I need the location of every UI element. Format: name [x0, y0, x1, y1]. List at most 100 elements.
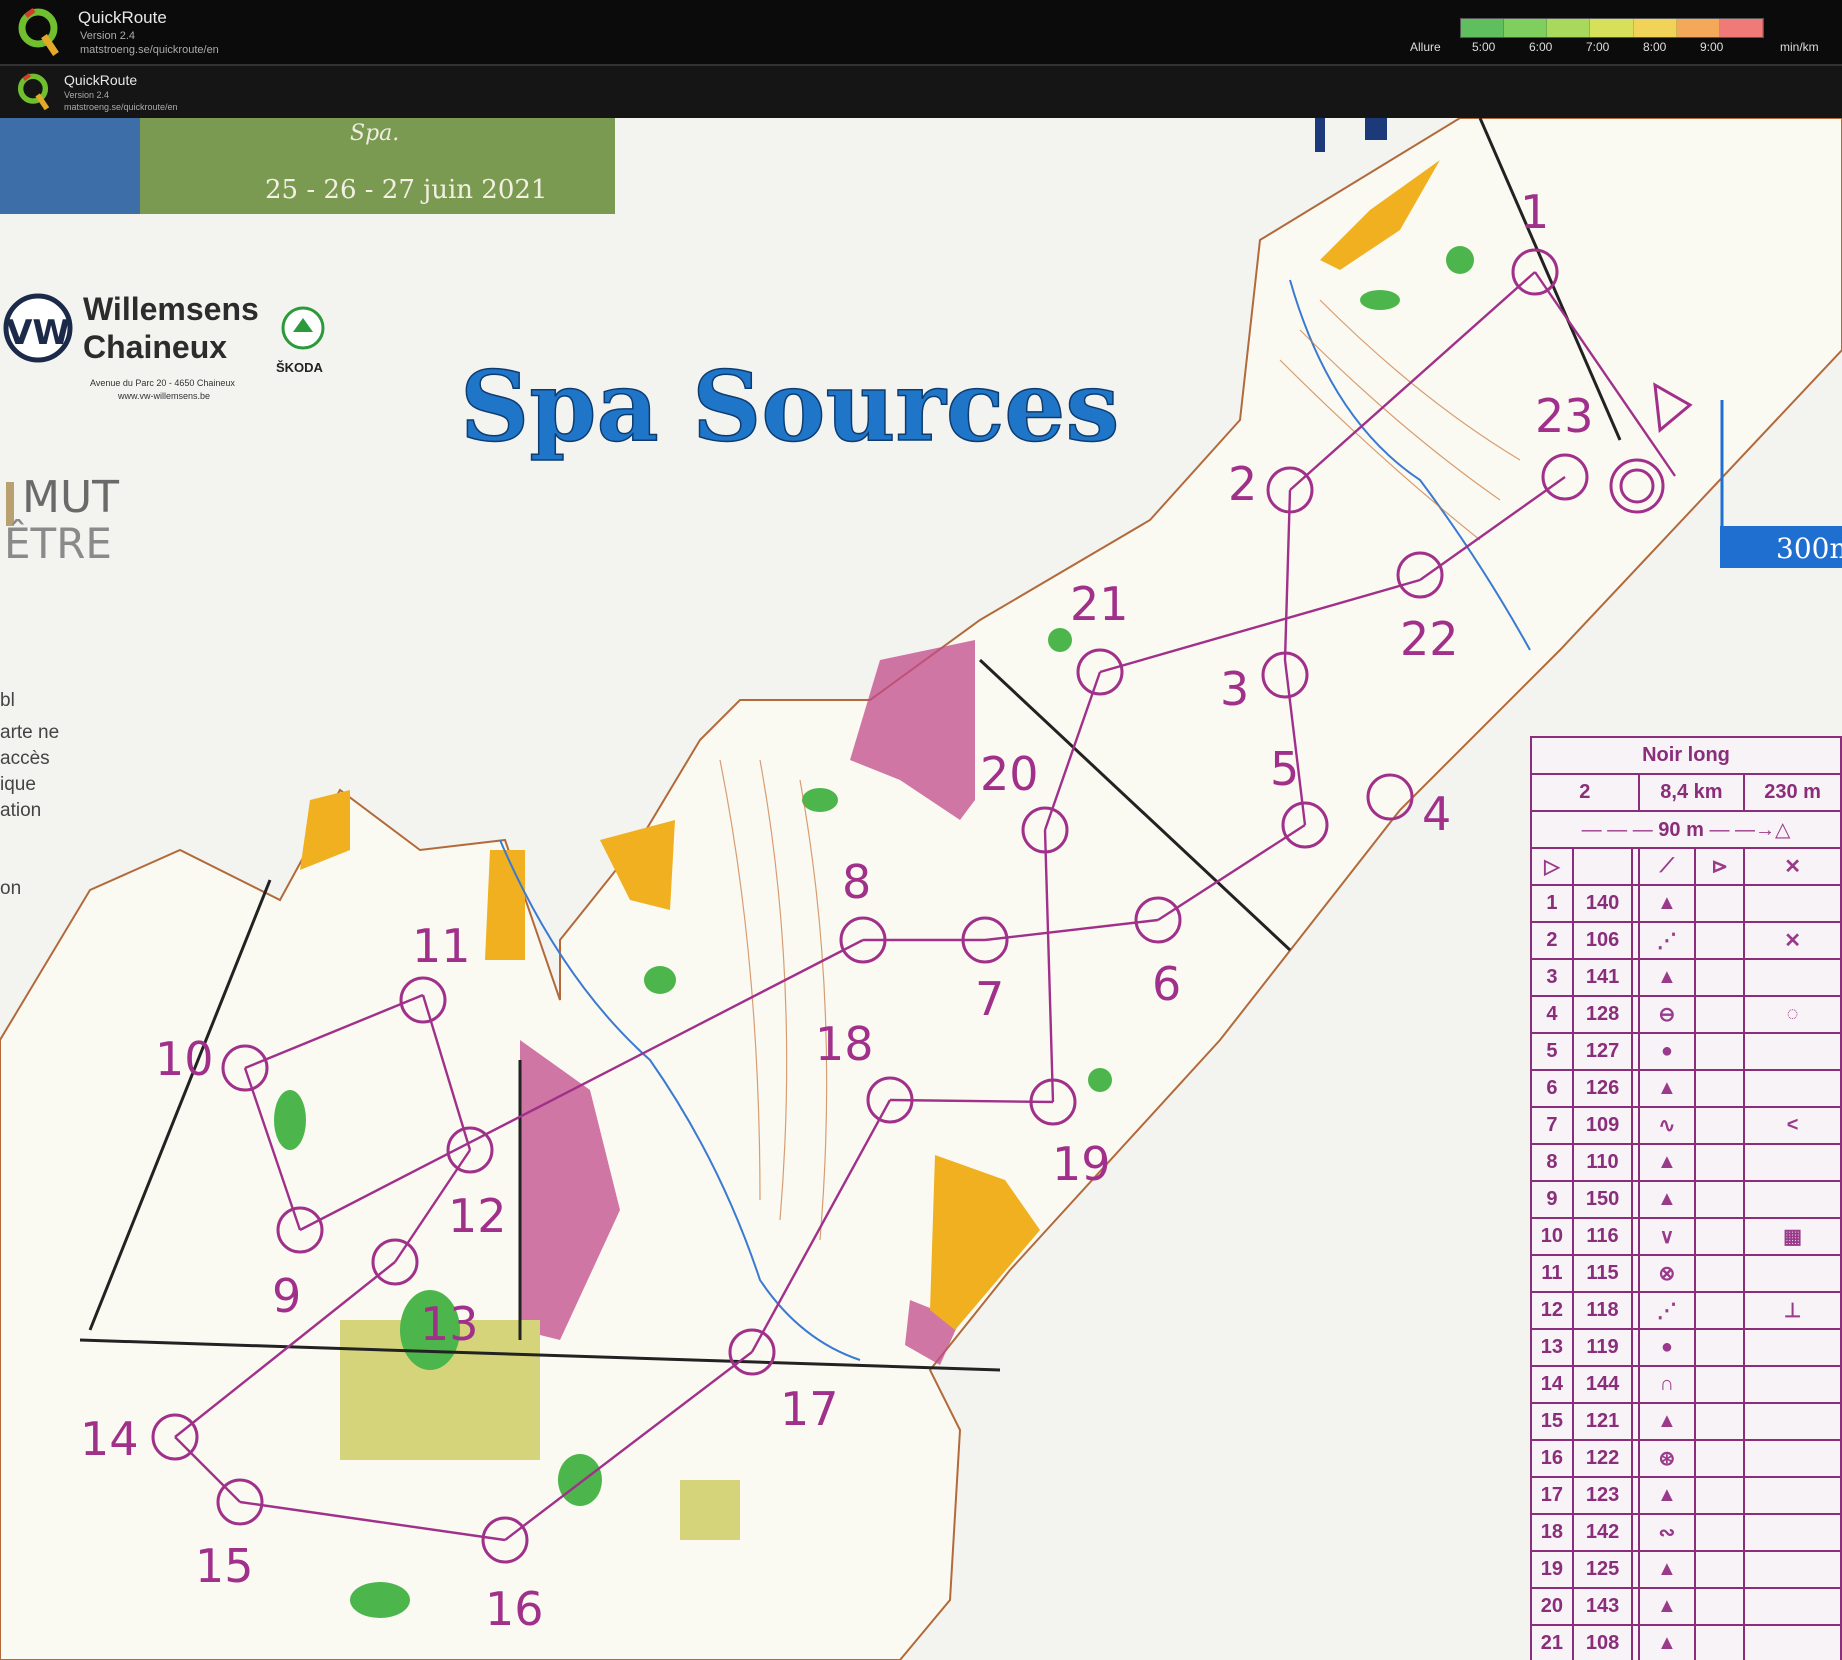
app-title-small: QuickRoute [64, 72, 138, 88]
pace-tick-label: 8:00 [1643, 40, 1667, 54]
pace-color-segment [1461, 19, 1505, 37]
orienteering-map[interactable]: 1 2 3 4 5 6 7 8 9 10 11 12 13 14 15 16 1… [0, 118, 1842, 1660]
description-row: 12 118 ⋰ ⊥ [1530, 1291, 1842, 1330]
blank-cell [1694, 1328, 1746, 1367]
feature-symbol-icon: ▲ [1637, 1624, 1697, 1660]
control-code: 128 [1571, 995, 1634, 1034]
blank-cell [1694, 921, 1746, 960]
control-number: 10 [155, 1032, 214, 1086]
quickroute-logo-small-icon [16, 70, 50, 112]
feature-symbol-icon: ⊗ [1637, 1254, 1697, 1293]
description-symbol-icon: ⟋ [1637, 847, 1697, 886]
control-order: 11 [1530, 1254, 1574, 1293]
fragment-text: ique [0, 774, 36, 795]
blank-cell [1694, 1439, 1746, 1478]
control-code: 121 [1571, 1402, 1634, 1441]
scale-label: 300m [1776, 532, 1842, 565]
blank-cell [1694, 1402, 1746, 1441]
extra-symbol-icon: ◌ [1743, 995, 1842, 1034]
mut-line2: ÊTRE [4, 518, 112, 568]
extra-symbol-icon: ✕ [1743, 921, 1842, 960]
control-number: 5 [1270, 742, 1299, 796]
description-row: 11 115 ⊗ [1530, 1254, 1842, 1293]
control-order: 15 [1530, 1402, 1574, 1441]
sponsor-web: www.vw-willemsens.be [117, 391, 210, 401]
control-order: 2 [1530, 921, 1574, 960]
control-order: 16 [1530, 1439, 1574, 1478]
blank-cell [1694, 1254, 1746, 1293]
control-code: 127 [1571, 1032, 1634, 1071]
app-url-small[interactable]: matstroeng.se/quickroute/en [64, 102, 178, 112]
start-symbol-icon: ▷ [1530, 847, 1574, 886]
fragment-text: on [0, 878, 21, 899]
sponsor-name-line2: Chaineux [83, 329, 227, 365]
control-number: 1 [1520, 185, 1549, 239]
extra-symbol-icon [1743, 1550, 1842, 1589]
quickroute-header-primary: QuickRoute Version 2.4 matstroeng.se/qui… [0, 0, 1842, 66]
control-code: 110 [1571, 1143, 1634, 1182]
pace-tick-label: 6:00 [1529, 40, 1553, 54]
course-number: 2 [1530, 773, 1640, 812]
extra-symbol-icon [1743, 1328, 1842, 1367]
control-order: 20 [1530, 1587, 1574, 1626]
control-order: 17 [1530, 1476, 1574, 1515]
control-number: 18 [815, 1017, 874, 1071]
extra-symbol-icon [1743, 1624, 1842, 1660]
extra-symbol-icon: ▦ [1743, 1217, 1842, 1256]
feature-symbol-icon: ∨ [1637, 1217, 1697, 1256]
control-code: 123 [1571, 1476, 1634, 1515]
svg-text:VW: VW [6, 313, 70, 353]
mut-line1: MUT [22, 472, 119, 523]
feature-symbol-icon: ▲ [1637, 958, 1697, 997]
fragment-text: ation [0, 800, 41, 821]
control-code: 140 [1571, 884, 1634, 923]
extra-symbol-icon [1743, 1476, 1842, 1515]
blank-cell [1694, 995, 1746, 1034]
control-order: 21 [1530, 1624, 1574, 1660]
feature-symbol-icon: ⊖ [1637, 995, 1697, 1034]
description-row: 20 143 ▲ [1530, 1587, 1842, 1626]
app-title: QuickRoute [78, 8, 167, 27]
quickroute-header-secondary: QuickRoute Version 2.4 matstroeng.se/qui… [0, 66, 1842, 118]
open-land-2 [485, 850, 525, 960]
control-code: 141 [1571, 958, 1634, 997]
feature-symbol-icon: ⋰ [1637, 921, 1697, 960]
feature-symbol-icon: ▲ [1637, 1143, 1697, 1182]
control-code: 144 [1571, 1365, 1634, 1404]
extra-symbol-icon [1743, 1365, 1842, 1404]
feature-symbol-icon: ∾ [1637, 1513, 1697, 1552]
control-number: 4 [1422, 787, 1451, 841]
pace-tick-label: 9:00 [1700, 40, 1724, 54]
extra-symbol-icon [1743, 884, 1842, 923]
pace-tick-label: 5:00 [1472, 40, 1496, 54]
control-number: 23 [1535, 389, 1594, 443]
blank-cell [1694, 1217, 1746, 1256]
blank-cell [1694, 1069, 1746, 1108]
pace-tick-label: 7:00 [1586, 40, 1610, 54]
banner-blue [0, 118, 140, 214]
control-code: 115 [1571, 1254, 1634, 1293]
feature-symbol-icon: ⊛ [1637, 1439, 1697, 1478]
extra-symbol-icon [1743, 1513, 1842, 1552]
control-order: 1 [1530, 884, 1574, 923]
feature-symbol-icon: ▲ [1637, 1402, 1697, 1441]
extra-symbol-icon: ⊥ [1743, 1291, 1842, 1330]
control-number: 22 [1400, 612, 1459, 666]
app-url[interactable]: matstroeng.se/quickroute/en [80, 44, 219, 56]
description-row: 3 141 ▲ [1530, 958, 1842, 997]
pace-color-segment [1590, 19, 1634, 37]
feature-symbol-icon: ∩ [1637, 1365, 1697, 1404]
control-number: 19 [1052, 1137, 1111, 1191]
description-row: 13 119 ● [1530, 1328, 1842, 1367]
feature-symbol-icon: ▲ [1637, 1587, 1697, 1626]
control-code: 142 [1571, 1513, 1634, 1552]
app-version: Version 2.4 [80, 30, 136, 42]
description-row: 2 106 ⋰ ✕ [1530, 921, 1842, 960]
vw-logo-icon: VW [3, 293, 73, 363]
control-number: 8 [842, 855, 871, 909]
sponsor-address: Avenue du Parc 20 - 4650 Chaineux [90, 378, 235, 388]
control-order: 18 [1530, 1513, 1574, 1552]
pace-color-scale [1460, 18, 1764, 38]
description-symbol-icon: ✕ [1743, 847, 1842, 886]
control-number: 13 [420, 1297, 479, 1351]
